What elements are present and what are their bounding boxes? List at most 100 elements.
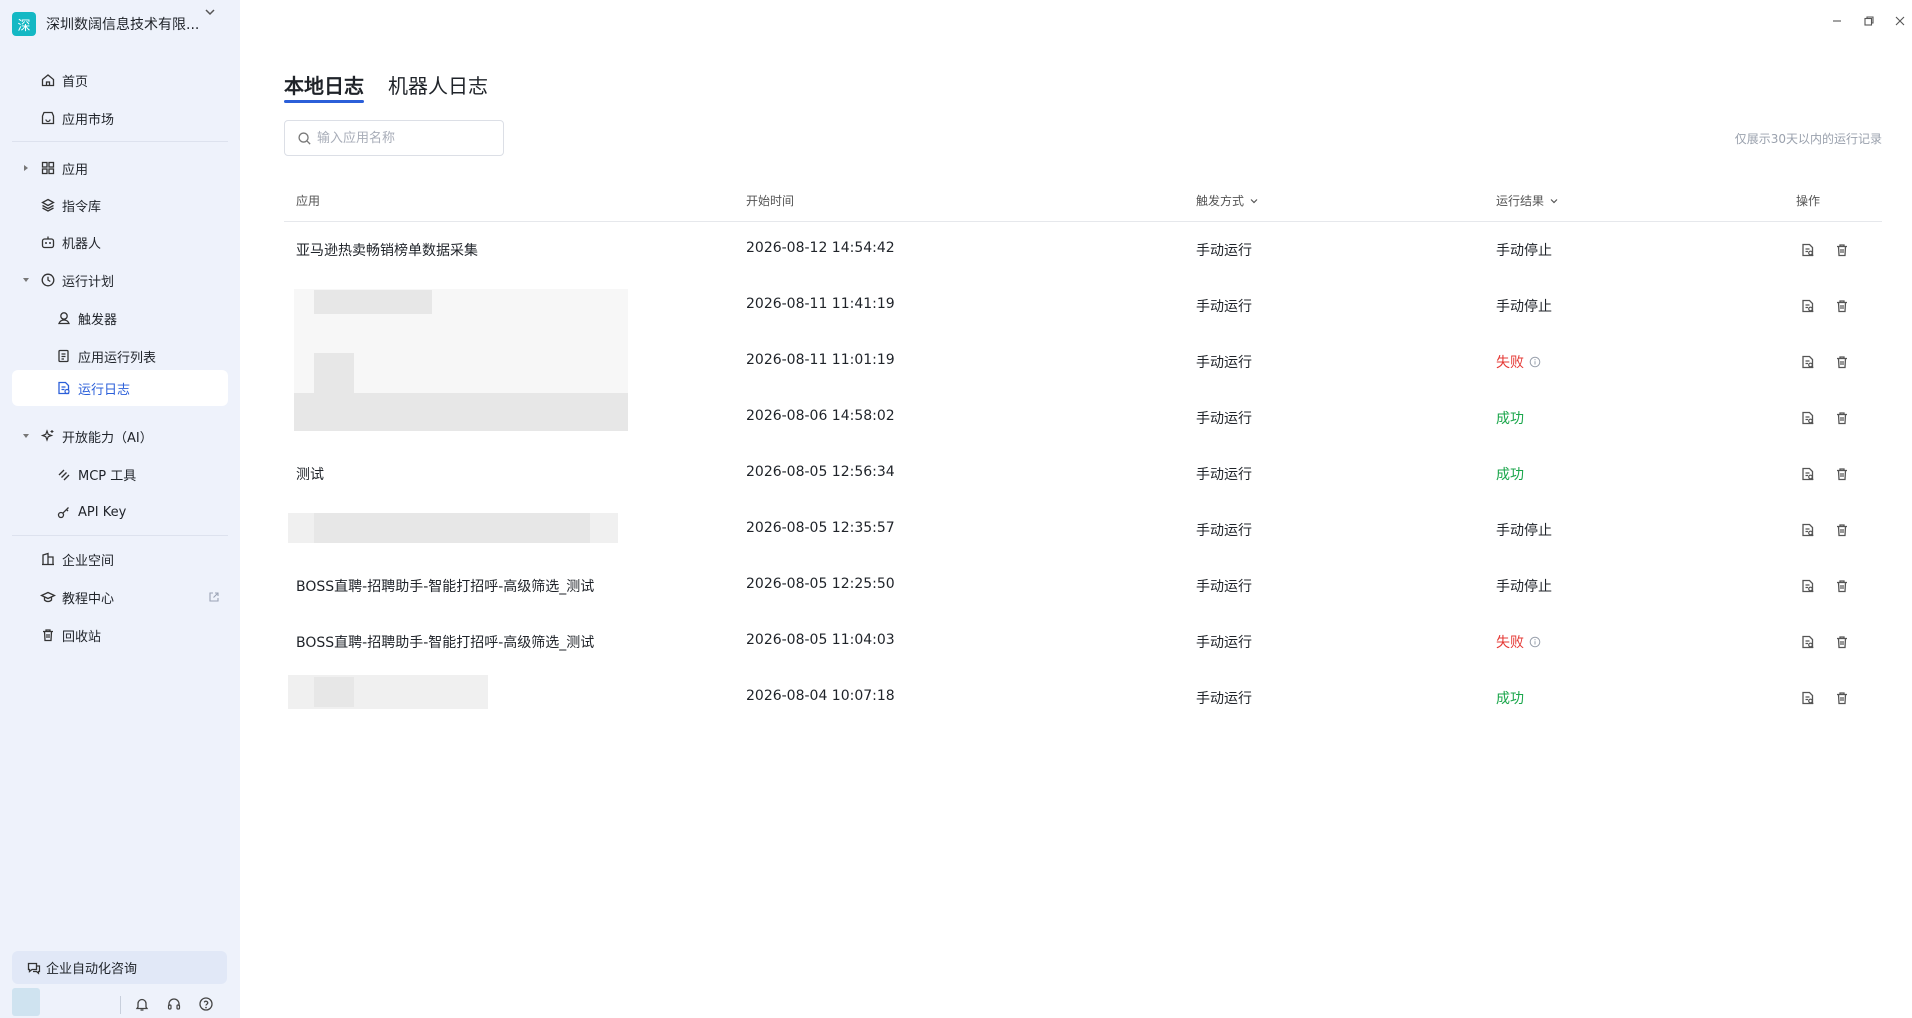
minimize-icon[interactable] bbox=[1830, 14, 1844, 28]
sidebar: 深 深圳数阔信息技术有限... 首页 应用市场 应用 指令库 机器人 运行计划 … bbox=[0, 0, 240, 1018]
table-row[interactable]: BOSS直聘-招聘助手-智能打招呼-高级筛选_测试 2026-08-05 12:2… bbox=[284, 558, 1882, 614]
bell-icon[interactable] bbox=[134, 996, 150, 1012]
headset-icon[interactable] bbox=[166, 996, 182, 1012]
view-log-icon[interactable] bbox=[1800, 634, 1816, 650]
caret-right-icon[interactable] bbox=[22, 164, 30, 172]
view-log-icon[interactable] bbox=[1800, 298, 1816, 314]
run-result-text: 失败 bbox=[1496, 635, 1524, 651]
key-icon bbox=[57, 507, 69, 519]
delete-icon[interactable] bbox=[1834, 634, 1850, 650]
chevron-down-icon[interactable] bbox=[1548, 195, 1560, 207]
sidebar-item-market[interactable]: 应用市场 bbox=[12, 102, 228, 134]
sidebar-item-open-ai[interactable]: 开放能力（AI） bbox=[12, 420, 228, 452]
start-time: 2026-08-11 11:01:19 bbox=[746, 352, 895, 368]
consult-label: 企业自动化咨询 bbox=[46, 962, 138, 977]
org-logo: 深 bbox=[12, 12, 36, 36]
sidebar-item-trigger[interactable]: 触发器 bbox=[12, 302, 228, 334]
sidebar-item-app-run-list[interactable]: 应用运行列表 bbox=[12, 340, 228, 372]
sparkle-icon bbox=[40, 429, 54, 442]
help-icon[interactable] bbox=[198, 996, 214, 1012]
delete-icon[interactable] bbox=[1834, 298, 1850, 314]
view-log-icon[interactable] bbox=[1800, 410, 1816, 426]
run-result: 失败 bbox=[1496, 352, 1541, 372]
start-time: 2026-08-05 11:04:03 bbox=[746, 632, 895, 648]
table-row[interactable]: 亚马逊热卖畅销榜单数据采集 2026-08-12 14:54:42 手动运行 手动停止 bbox=[284, 222, 1882, 278]
enterprise-consult-button[interactable]: 企业自动化咨询 bbox=[12, 951, 227, 984]
delete-icon[interactable] bbox=[1834, 578, 1850, 594]
table-row[interactable]: BOSS直聘-招聘助手-智能打招呼-高级筛选_测试 2026-08-05 11:0… bbox=[284, 614, 1882, 670]
sidebar-item-home[interactable]: 首页 bbox=[12, 64, 228, 96]
retention-hint: 仅展示30天以内的运行记录 bbox=[1734, 132, 1882, 146]
info-icon[interactable] bbox=[1529, 636, 1541, 648]
sidebar-item-api-key[interactable]: API Key bbox=[12, 496, 228, 528]
view-log-icon[interactable] bbox=[1800, 578, 1816, 594]
start-time: 2026-08-05 12:56:34 bbox=[746, 464, 895, 480]
view-log-icon[interactable] bbox=[1800, 242, 1816, 258]
mcp-icon bbox=[58, 469, 70, 481]
caret-down-icon[interactable] bbox=[22, 432, 30, 440]
trigger-type: 手动运行 bbox=[1196, 635, 1252, 651]
chevron-down-icon[interactable] bbox=[1248, 195, 1260, 207]
sidebar-item-run-log[interactable]: 运行日志 bbox=[12, 370, 228, 406]
sidebar-item-tutorials[interactable]: 教程中心 bbox=[12, 581, 228, 613]
divider bbox=[12, 535, 228, 536]
column-header-app: 应用 bbox=[296, 192, 320, 209]
column-header-trigger[interactable]: 触发方式 bbox=[1196, 192, 1260, 209]
start-time: 2026-08-06 14:58:02 bbox=[746, 408, 895, 424]
search-input[interactable] bbox=[317, 127, 497, 149]
delete-icon[interactable] bbox=[1834, 242, 1850, 258]
sidebar-item-label: 首页 bbox=[62, 74, 89, 90]
sidebar-item-commands[interactable]: 指令库 bbox=[12, 189, 228, 221]
apps-grid-icon bbox=[41, 161, 55, 175]
caret-down-icon[interactable] bbox=[22, 276, 30, 284]
list-doc-icon bbox=[58, 349, 69, 363]
log-doc-icon bbox=[58, 381, 70, 395]
sidebar-item-label: 机器人 bbox=[62, 236, 102, 252]
delete-icon[interactable] bbox=[1834, 466, 1850, 482]
close-icon[interactable] bbox=[1893, 14, 1907, 28]
table-header: 应用 开始时间 触发方式 运行结果 操作 bbox=[284, 186, 1882, 222]
table-row[interactable]: 测试 2026-08-05 12:56:34 手动运行 成功 bbox=[284, 446, 1882, 502]
trigger-type: 手动运行 bbox=[1196, 691, 1252, 707]
search-icon bbox=[298, 132, 311, 145]
view-log-icon[interactable] bbox=[1800, 690, 1816, 706]
org-switcher[interactable]: 深 深圳数阔信息技术有限... bbox=[12, 12, 199, 36]
restore-icon[interactable] bbox=[1862, 14, 1876, 28]
sidebar-item-recycle-bin[interactable]: 回收站 bbox=[12, 619, 228, 651]
avatar[interactable] bbox=[12, 988, 40, 1016]
view-log-icon[interactable] bbox=[1800, 522, 1816, 538]
tab-active-indicator bbox=[284, 100, 364, 103]
divider bbox=[12, 141, 228, 142]
graduation-icon bbox=[40, 591, 56, 603]
chat-icon bbox=[27, 962, 41, 975]
trigger-type: 手动运行 bbox=[1196, 243, 1252, 259]
delete-icon[interactable] bbox=[1834, 354, 1850, 370]
column-header-result[interactable]: 运行结果 bbox=[1496, 192, 1560, 209]
start-time: 2026-08-04 10:07:18 bbox=[746, 688, 895, 704]
tab-robot-log[interactable]: 机器人日志 bbox=[388, 70, 488, 99]
delete-icon[interactable] bbox=[1834, 690, 1850, 706]
view-log-icon[interactable] bbox=[1800, 466, 1816, 482]
app-name: BOSS直聘-招聘助手-智能打招呼-高级筛选_测试 bbox=[296, 635, 595, 651]
view-log-icon[interactable] bbox=[1800, 354, 1816, 370]
delete-icon[interactable] bbox=[1834, 410, 1850, 426]
sidebar-item-apps[interactable]: 应用 bbox=[12, 152, 228, 184]
chevron-down-icon[interactable] bbox=[202, 4, 218, 20]
market-icon bbox=[41, 111, 55, 125]
home-icon bbox=[41, 74, 55, 87]
trigger-type: 手动运行 bbox=[1196, 467, 1252, 483]
delete-icon[interactable] bbox=[1834, 522, 1850, 538]
table-row[interactable]: 2026-08-04 10:07:18 手动运行 成功 bbox=[284, 670, 1882, 726]
sidebar-item-mcp-tools[interactable]: MCP 工具 bbox=[12, 458, 228, 490]
sidebar-item-label: MCP 工具 bbox=[78, 468, 137, 484]
app-name: BOSS直聘-招聘助手-智能打招呼-高级筛选_测试 bbox=[296, 579, 595, 595]
trigger-type: 手动运行 bbox=[1196, 579, 1252, 595]
building-icon bbox=[42, 552, 54, 566]
info-icon[interactable] bbox=[1529, 356, 1541, 368]
trigger-type: 手动运行 bbox=[1196, 523, 1252, 539]
tab-local-log[interactable]: 本地日志 bbox=[284, 70, 364, 99]
search-box[interactable] bbox=[284, 120, 504, 156]
sidebar-item-robot[interactable]: 机器人 bbox=[12, 226, 228, 258]
sidebar-item-schedule[interactable]: 运行计划 bbox=[12, 264, 228, 296]
sidebar-item-enterprise[interactable]: 企业空间 bbox=[12, 543, 228, 575]
